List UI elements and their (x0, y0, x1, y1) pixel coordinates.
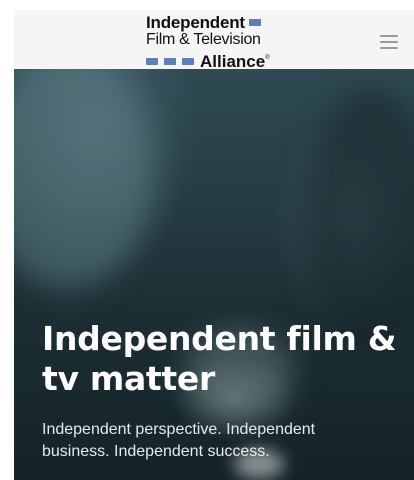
hero-subtitle: Independent perspective. Independent bus… (42, 421, 316, 460)
ifta-logo[interactable]: Independent Film & Television Alliance® (146, 14, 288, 71)
hamburger-menu-icon[interactable] (378, 32, 400, 50)
logo-line-1: Independent (146, 14, 261, 32)
hero-banner: Independent film & tv matter Independent… (14, 69, 414, 480)
hero-title: Independent film & tv matter (42, 319, 397, 398)
logo-square-icon (182, 58, 194, 65)
logo-square-icon (164, 58, 176, 65)
hero-background-image (14, 69, 154, 289)
logo-line-3: Alliance® (146, 49, 270, 71)
page: Independent Film & Television Alliance® … (0, 0, 414, 480)
logo-square-icon (248, 19, 261, 26)
logo-square-icon (146, 58, 158, 65)
logo-line-2: Film & Television (146, 31, 261, 48)
site-header: Independent Film & Television Alliance® (14, 10, 414, 71)
